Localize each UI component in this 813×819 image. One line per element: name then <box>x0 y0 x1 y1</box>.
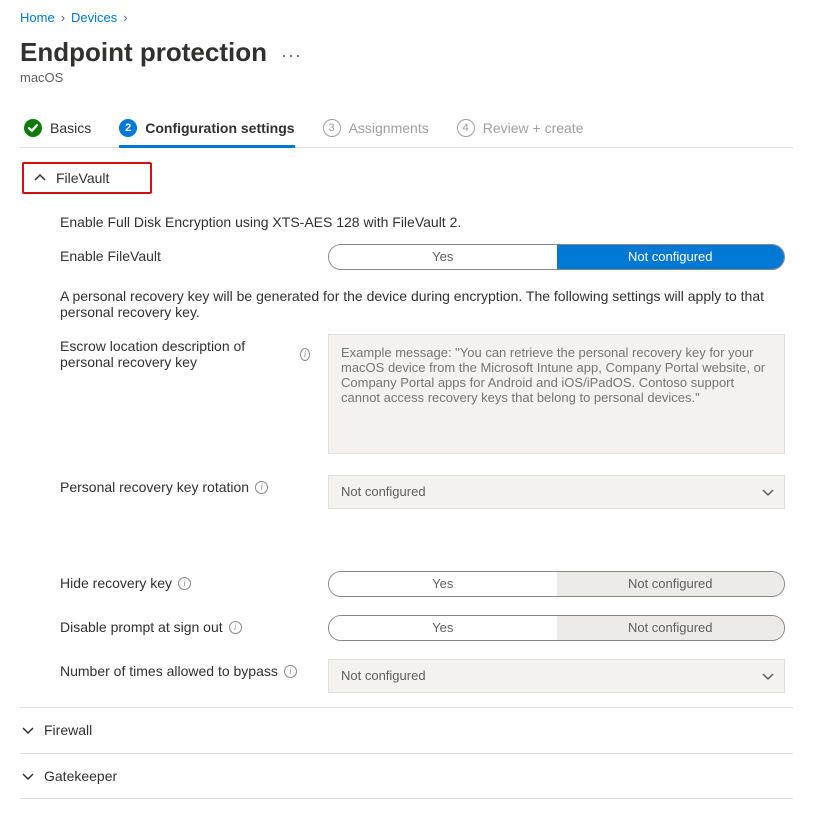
tab-assignments[interactable]: 3 Assignments <box>323 111 429 147</box>
recovery-key-note: A personal recovery key will be generate… <box>60 288 785 320</box>
section-name-filevault: FileVault <box>56 170 109 186</box>
enable-filevault-toggle[interactable]: Yes Not configured <box>328 244 785 270</box>
hide-recovery-yes[interactable]: Yes <box>329 572 557 596</box>
chevron-down-icon <box>22 724 34 736</box>
info-icon[interactable]: i <box>229 621 242 634</box>
info-icon[interactable]: i <box>284 665 297 678</box>
tab-review-create[interactable]: 4 Review + create <box>457 111 584 147</box>
enable-filevault-yes[interactable]: Yes <box>329 245 557 269</box>
check-circle-icon <box>24 119 42 137</box>
rotation-select[interactable]: Not configured <box>328 475 785 509</box>
filevault-panel: Enable Full Disk Encryption using XTS-AE… <box>20 200 793 707</box>
section-header-firewall[interactable]: Firewall <box>20 707 793 753</box>
rotation-label: Personal recovery key rotation <box>60 479 249 495</box>
tab-review-label: Review + create <box>483 120 584 136</box>
step-number-icon: 3 <box>323 119 341 137</box>
bypass-count-value: Not configured <box>341 668 426 683</box>
breadcrumb-home[interactable]: Home <box>20 10 55 25</box>
filevault-intro: Enable Full Disk Encryption using XTS-AE… <box>60 214 785 230</box>
chevron-down-icon <box>22 770 34 782</box>
tab-assignments-label: Assignments <box>349 120 429 136</box>
step-number-icon: 4 <box>457 119 475 137</box>
breadcrumb-sep-icon: › <box>123 10 127 25</box>
chevron-up-icon <box>34 172 46 184</box>
breadcrumb-devices[interactable]: Devices <box>71 10 117 25</box>
page-title: Endpoint protection <box>20 37 267 68</box>
bypass-count-select[interactable]: Not configured <box>328 659 785 693</box>
section-header-gatekeeper[interactable]: Gatekeeper <box>20 753 793 799</box>
hide-recovery-notconfigured[interactable]: Not configured <box>557 572 785 596</box>
breadcrumb: Home › Devices › <box>20 6 793 35</box>
info-icon[interactable]: i <box>300 348 310 361</box>
enable-filevault-label: Enable FileVault <box>60 244 310 264</box>
info-icon[interactable]: i <box>255 481 268 494</box>
tab-config-label: Configuration settings <box>145 120 294 136</box>
section-name-gatekeeper: Gatekeeper <box>44 768 117 784</box>
tab-basics-label: Basics <box>50 120 91 136</box>
disable-prompt-yes[interactable]: Yes <box>329 616 557 640</box>
tab-configuration-settings[interactable]: 2 Configuration settings <box>119 111 294 147</box>
hide-recovery-key-label: Hide recovery key <box>60 575 172 591</box>
more-actions-icon[interactable]: ··· <box>281 45 302 66</box>
disable-prompt-toggle[interactable]: Yes Not configured <box>328 615 785 641</box>
info-icon[interactable]: i <box>178 577 191 590</box>
escrow-description-label: Escrow location description of personal … <box>60 338 294 370</box>
page-subtitle: macOS <box>20 70 793 85</box>
chevron-down-icon <box>762 486 774 498</box>
escrow-description-input[interactable] <box>328 334 785 454</box>
disable-prompt-notconfigured[interactable]: Not configured <box>557 616 785 640</box>
tab-basics[interactable]: Basics <box>24 111 91 147</box>
hide-recovery-key-toggle[interactable]: Yes Not configured <box>328 571 785 597</box>
wizard-tabs: Basics 2 Configuration settings 3 Assign… <box>20 111 793 148</box>
step-number-icon: 2 <box>119 119 137 137</box>
breadcrumb-sep-icon: › <box>61 10 65 25</box>
rotation-value: Not configured <box>341 484 426 499</box>
section-name-firewall: Firewall <box>44 722 92 738</box>
bypass-count-label: Number of times allowed to bypass <box>60 663 278 679</box>
disable-prompt-label: Disable prompt at sign out <box>60 619 223 635</box>
enable-filevault-notconfigured[interactable]: Not configured <box>557 245 785 269</box>
section-header-filevault[interactable]: FileVault <box>22 162 152 194</box>
chevron-down-icon <box>762 670 774 682</box>
